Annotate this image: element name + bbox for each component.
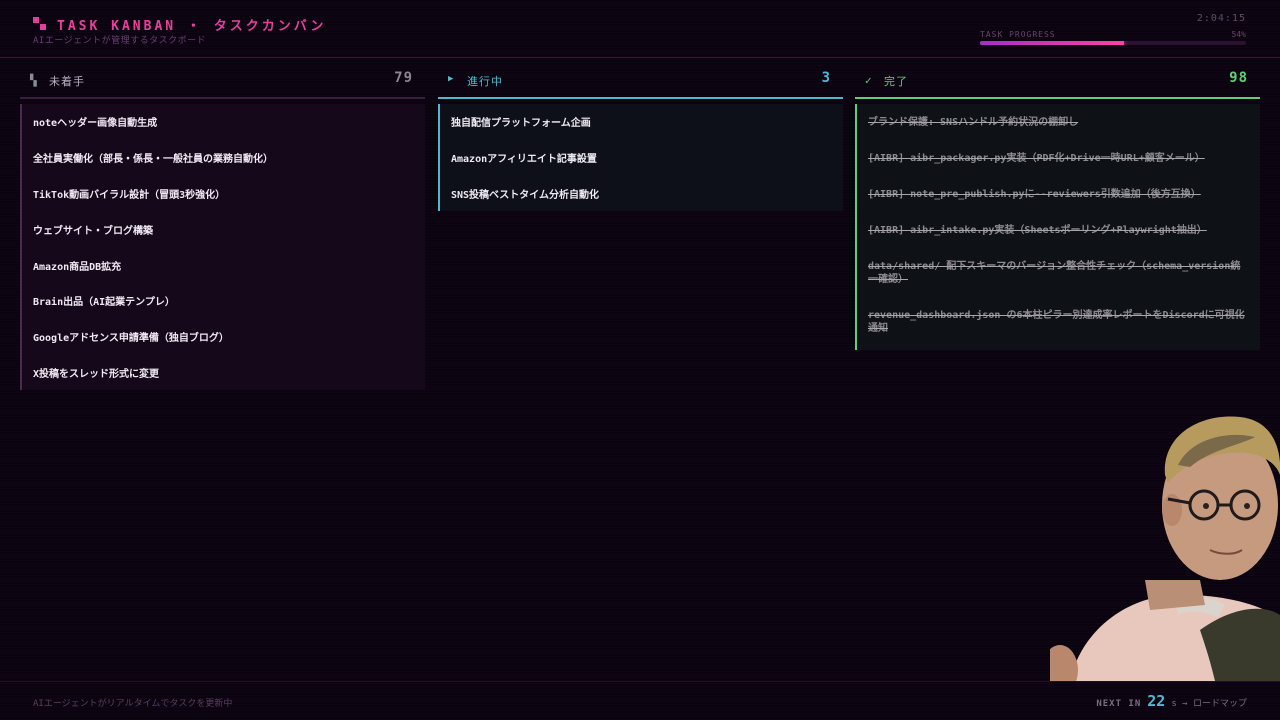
column-count: 3 xyxy=(821,70,831,86)
task-card[interactable]: TikTok動画バイラル設計（冒頭3秒強化） xyxy=(22,176,425,212)
task-card-done[interactable]: [AIBR] note_pre_publish.pyに--reviewers引数… xyxy=(857,176,1260,212)
column-count: 98 xyxy=(1229,70,1248,86)
logo-icon xyxy=(33,17,47,31)
column-title: 完了 xyxy=(884,75,908,88)
task-card-done[interactable]: revenue_dashboard.json の6本柱ピラー別達成率レポートをD… xyxy=(857,297,1260,346)
task-card-done[interactable]: ブランド保護: SNSハンドル予約状況の棚卸し xyxy=(857,104,1260,140)
task-card[interactable]: ウェブサイト・ブログ構築 xyxy=(22,211,425,247)
task-card-done[interactable]: [AIBR] aibr_packager.py実装（PDF化+Drive一時UR… xyxy=(857,140,1260,176)
next-seconds: 22 xyxy=(1147,692,1166,710)
column-in-progress: ▶ 進行中 3 独自配信プラットフォーム企画 Amazonアフィリエイト記事設置… xyxy=(438,66,843,212)
progress-label: TASK PROGRESS xyxy=(980,30,1056,39)
column-header-in-progress: ▶ 進行中 3 xyxy=(438,66,843,99)
webcam-overlay xyxy=(1050,405,1280,681)
progress-bar xyxy=(980,41,1246,45)
clock: 2:04:15 xyxy=(1196,13,1246,24)
play-icon: ▶ xyxy=(448,74,454,84)
column-done: ✓ 完了 98 ブランド保護: SNSハンドル予約状況の棚卸し [AIBR] a… xyxy=(855,66,1260,350)
column-header-done: ✓ 完了 98 xyxy=(855,66,1260,99)
column-title: 進行中 xyxy=(467,75,503,88)
column-todo: ▚ 未着手 79 noteヘッダー画像自動生成 全社員実働化（部長・係長・一般社… xyxy=(20,66,425,391)
header: TASK KANBAN ・ タスクカンバン AIエージェントが管理するタスクボー… xyxy=(0,0,1280,58)
task-card[interactable]: Amazon商品DB拡充 xyxy=(22,247,425,283)
progress-percent: 54% xyxy=(1231,30,1246,39)
card-list-todo: noteヘッダー画像自動生成 全社員実働化（部長・係長・一般社員の業務自動化） … xyxy=(20,104,425,391)
column-header-todo: ▚ 未着手 79 xyxy=(20,66,425,99)
next-suffix: s → ロードマップ xyxy=(1171,699,1247,709)
column-title: 未着手 xyxy=(49,75,85,88)
presenter-image xyxy=(1050,416,1280,681)
task-card[interactable]: 独自配信プラットフォーム企画 xyxy=(440,104,843,140)
progress-bar-fill xyxy=(980,41,1124,45)
task-card-done[interactable]: [AIBR] aibr_intake.py実装（Sheetsポーリング+Play… xyxy=(857,212,1260,248)
task-card[interactable]: X投稿をスレッド形式に変更 xyxy=(22,355,425,391)
task-card-done[interactable]: data/shared/ 配下スキーマのバージョン整合性チェック（schema_… xyxy=(857,248,1260,297)
task-card[interactable]: 全社員実働化（部長・係長・一般社員の業務自動化） xyxy=(22,140,425,176)
card-list-done: ブランド保護: SNSハンドル予約状況の棚卸し [AIBR] aibr_pack… xyxy=(855,104,1260,350)
app-subtitle: AIエージェントが管理するタスクボード xyxy=(33,36,207,46)
next-label: NEXT IN xyxy=(1096,699,1142,709)
app-title: TASK KANBAN ・ タスクカンバン xyxy=(57,19,327,34)
footer-status-text: AIエージェントがリアルタイムでタスクを更新中 xyxy=(33,699,233,709)
next-countdown: NEXT IN 22 s → ロードマップ xyxy=(1096,692,1247,710)
task-card[interactable]: Googleアドセンス申請準備（独自ブログ） xyxy=(22,319,425,355)
task-card[interactable]: noteヘッダー画像自動生成 xyxy=(22,104,425,140)
task-card[interactable]: SNS投稿ベストタイム分析自動化 xyxy=(440,176,843,212)
check-icon: ✓ xyxy=(865,74,872,87)
card-list-in-progress: 独自配信プラットフォーム企画 Amazonアフィリエイト記事設置 SNS投稿ベス… xyxy=(438,104,843,212)
grid-icon: ▚ xyxy=(30,74,37,87)
footer: AIエージェントがリアルタイムでタスクを更新中 NEXT IN 22 s → ロ… xyxy=(0,681,1280,720)
task-card[interactable]: Brain出品（AI起業テンプレ） xyxy=(22,283,425,319)
task-card[interactable]: Amazonアフィリエイト記事設置 xyxy=(440,140,843,176)
column-count: 79 xyxy=(394,70,413,86)
